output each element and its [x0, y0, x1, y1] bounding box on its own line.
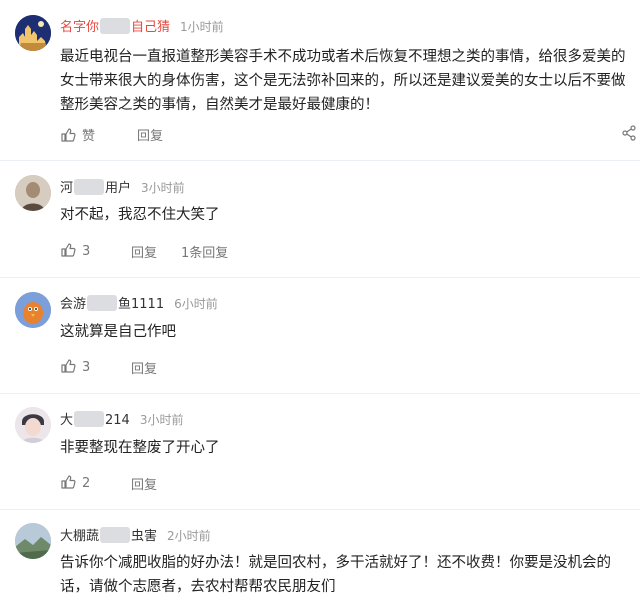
username-part-1: 大棚蔬: [60, 529, 100, 544]
username[interactable]: 大 214 3小时前: [60, 409, 183, 428]
username-part-2: 用户: [105, 181, 132, 196]
comment-actions: 2 回复: [60, 474, 260, 493]
view-replies-link[interactable]: 1条回复: [181, 242, 228, 261]
reply-button[interactable]: 回复: [137, 125, 163, 144]
like-count: 3: [82, 360, 91, 375]
reply-button[interactable]: 回复: [131, 358, 157, 377]
avatar-castle-night[interactable]: [15, 15, 51, 51]
avatar-portrait[interactable]: [15, 407, 51, 443]
masked-text: [74, 411, 105, 427]
username[interactable]: 大棚蔬 虫害 2小时前: [60, 525, 211, 544]
username-part-1: 河: [60, 181, 74, 196]
thumbs-up-icon: [61, 475, 76, 489]
masked-text: [100, 527, 131, 543]
like-count: 3: [82, 244, 91, 259]
avatar-landscape[interactable]: [15, 523, 51, 559]
comment-actions: 3 回复: [60, 358, 260, 377]
reply-button[interactable]: 回复: [131, 242, 157, 261]
share-icon[interactable]: [622, 125, 636, 145]
username[interactable]: 会游 鱼1111 6小时前: [60, 293, 218, 312]
username[interactable]: 河 用户 3小时前: [60, 177, 185, 196]
comment-actions: 赞 回复: [60, 125, 640, 145]
comment-text: 这就算是自己作吧: [60, 324, 176, 340]
comment-text: 非要整现在整废了开心了: [60, 440, 220, 456]
like-button[interactable]: 赞: [60, 125, 95, 144]
divider: [0, 393, 640, 394]
timestamp: 2小时前: [167, 529, 211, 543]
masked-text: [74, 179, 105, 195]
username-part-2: 214: [105, 413, 130, 428]
comment-actions: 3 回复 1条回复: [60, 242, 360, 261]
timestamp: 6小时前: [174, 297, 218, 311]
username-part-2: 自己猜: [131, 20, 171, 35]
like-button[interactable]: 2: [60, 474, 90, 491]
username-part-1: 大: [60, 413, 74, 428]
username-part-1: 会游: [60, 297, 87, 312]
thumbs-up-icon: [61, 128, 76, 142]
avatar-cartoon-bird[interactable]: [15, 292, 51, 328]
timestamp: 1小时前: [180, 20, 224, 34]
timestamp: 3小时前: [141, 181, 185, 195]
comment-text: 告诉你个减肥收脂的好办法！就是回农村，多干活就好了！还不收费！你要是没机会的话，…: [60, 555, 611, 595]
username-part-1: 名字你: [60, 20, 100, 35]
divider: [0, 509, 640, 510]
thumbs-up-icon: [61, 359, 76, 373]
like-button[interactable]: 3: [60, 358, 90, 375]
username-part-2: 鱼1111: [118, 297, 165, 312]
divider: [0, 277, 640, 278]
avatar-person[interactable]: [15, 175, 51, 211]
timestamp: 3小时前: [139, 413, 184, 427]
like-count: 2: [82, 476, 91, 491]
like-label: 赞: [82, 129, 96, 144]
masked-text: [100, 18, 131, 34]
thumbs-up-icon: [61, 243, 76, 257]
like-button[interactable]: 3: [60, 242, 90, 259]
username-part-2: 虫害: [131, 529, 158, 544]
username[interactable]: 名字你 自己猜 1小时前: [60, 16, 224, 35]
divider: [0, 160, 640, 161]
masked-text: [87, 295, 118, 311]
reply-button[interactable]: 回复: [131, 474, 157, 493]
comment-text: 对不起，我忍不住大笑了: [60, 207, 220, 223]
comment-text: 最近电视台一直报道整形美容手术不成功或者术后恢复不理想之类的事情，给很多爱美的女…: [60, 49, 626, 113]
